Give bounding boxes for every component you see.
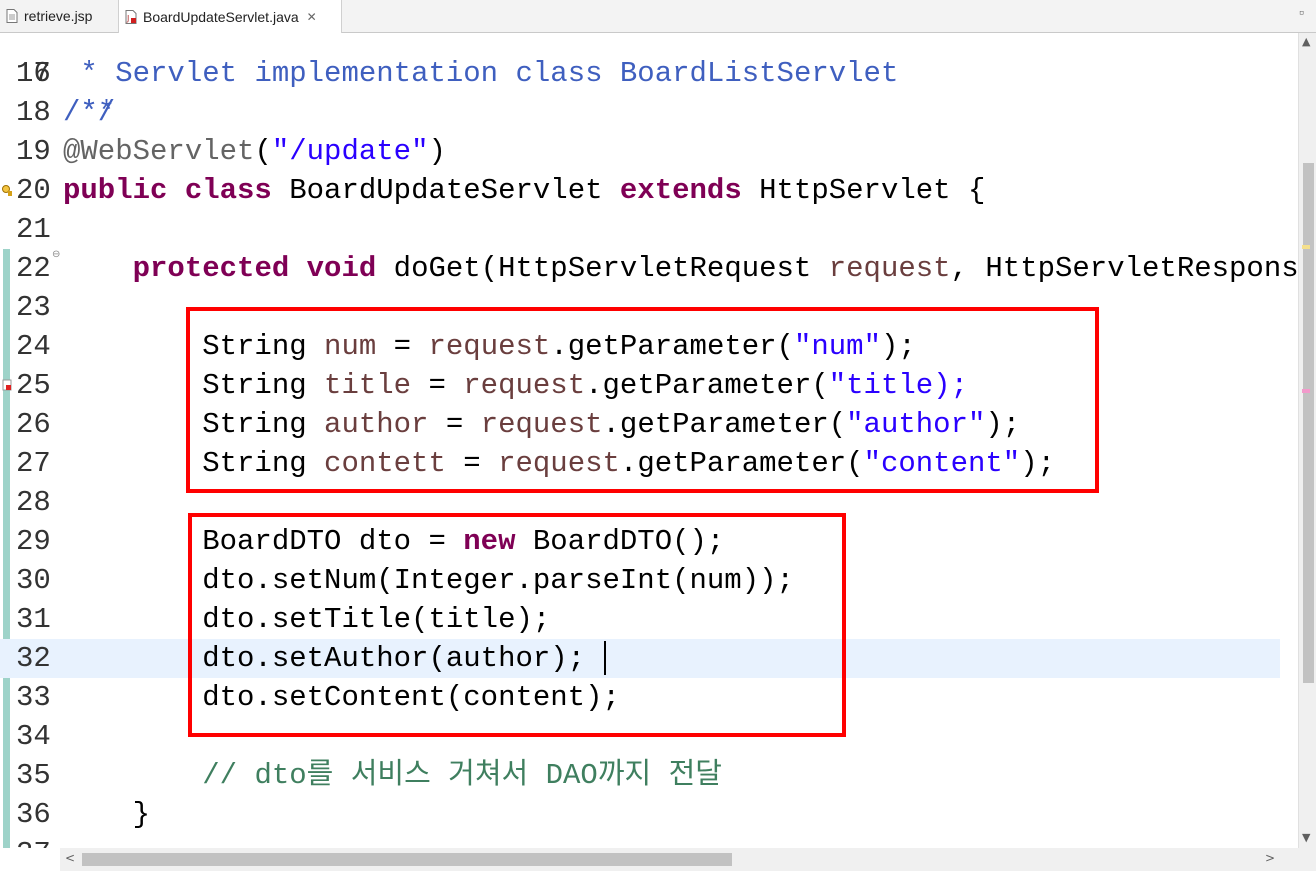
code-token: protected void bbox=[132, 252, 394, 285]
line-number: 27 bbox=[16, 447, 51, 480]
code-text: protected void doGet(HttpServletRequest … bbox=[63, 249, 1298, 288]
scroll-corner bbox=[1298, 848, 1316, 871]
code-token: ( bbox=[254, 135, 272, 168]
tab-retrieve-jsp[interactable]: retrieve.jsp bbox=[0, 0, 118, 32]
arrow-down-icon[interactable]: ▼ bbox=[1302, 831, 1310, 844]
code-token: Servlet bbox=[115, 57, 238, 90]
code-text: * Servlet implementation class BoardList… bbox=[63, 54, 898, 93]
horizontal-scrollbar[interactable]: < > bbox=[60, 848, 1298, 871]
code-token: , HttpServletResponse response) bbox=[950, 252, 1298, 285]
code-line: 18 */ bbox=[0, 93, 1280, 132]
arrow-left-icon[interactable]: < bbox=[65, 851, 75, 865]
code-token: HttpServlet { bbox=[759, 174, 986, 207]
line-number: 28 bbox=[16, 486, 51, 519]
arrow-right-icon[interactable]: > bbox=[1265, 851, 1275, 865]
code-line: 17 * Servlet implementation class BoardL… bbox=[0, 54, 1280, 93]
line-number: 18 bbox=[16, 96, 51, 129]
tab-label: retrieve.jsp bbox=[24, 8, 93, 24]
code-token: @WebServlet bbox=[63, 135, 255, 168]
line-number: 35 bbox=[16, 759, 51, 792]
line-number: 26 bbox=[16, 408, 51, 441]
minimize-icon[interactable]: ▫ bbox=[1299, 4, 1304, 20]
code-token: dto를 서비스 거쳐서 DAO까지 전달 bbox=[254, 759, 722, 792]
editor-left-strip bbox=[0, 848, 60, 871]
line-number: 17 bbox=[16, 57, 51, 90]
scroll-thumb[interactable] bbox=[1303, 163, 1314, 683]
code-token: public class bbox=[63, 174, 290, 207]
code-line: 16 /** bbox=[0, 33, 1280, 129]
line-number: 25 bbox=[16, 369, 51, 402]
line-number: 37 bbox=[16, 834, 60, 848]
code-editor[interactable]: 16 /** 17 * Servlet implementation class… bbox=[0, 33, 1298, 848]
code-token: extends bbox=[619, 174, 760, 207]
line-number: 32 bbox=[16, 642, 51, 675]
file-icon bbox=[6, 9, 18, 23]
code-text: // dto를 서비스 거쳐서 DAO까지 전달 bbox=[63, 756, 722, 795]
line-number: 34 bbox=[16, 720, 51, 753]
arrow-up-icon[interactable]: ▲ bbox=[1302, 35, 1310, 48]
code-token: } bbox=[63, 798, 151, 831]
code-text: } bbox=[63, 795, 150, 834]
line-number: 20 bbox=[16, 174, 51, 207]
editor-tab-bar: retrieve.jsp J BoardUpdateServlet.java ✕… bbox=[0, 0, 1316, 33]
code-token: * bbox=[63, 57, 116, 90]
code-line: 37 bbox=[0, 834, 1280, 848]
error-marker[interactable] bbox=[1302, 389, 1310, 393]
code-token: */ bbox=[63, 96, 116, 129]
line-number: 19 bbox=[16, 135, 51, 168]
line-number: 30 bbox=[16, 564, 51, 597]
close-icon[interactable]: ✕ bbox=[307, 10, 317, 24]
code-line: 21 bbox=[0, 210, 1280, 249]
line-number: 36 bbox=[16, 798, 51, 831]
code-token: BoardUpdateServlet bbox=[289, 174, 620, 207]
code-text: */ bbox=[63, 93, 115, 132]
warning-marker[interactable] bbox=[1302, 245, 1310, 249]
code-text: @WebServlet("/update") bbox=[63, 132, 446, 171]
scroll-thumb[interactable] bbox=[82, 853, 732, 866]
collapse-icon[interactable]: ⊖ bbox=[52, 249, 60, 263]
code-token: ) bbox=[428, 135, 446, 168]
line-number: 29 bbox=[16, 525, 51, 558]
highlight-box-dto-setters bbox=[188, 513, 846, 737]
code-line: 22 protected void doGet(HttpServletReque… bbox=[0, 249, 1298, 288]
code-line: 36 } bbox=[0, 795, 1280, 834]
code-token: doGet(HttpServletRequest bbox=[393, 252, 829, 285]
java-file-icon: J bbox=[125, 9, 137, 24]
line-number: 21 bbox=[16, 213, 51, 246]
code-text: public class BoardUpdateServlet extends … bbox=[63, 171, 985, 210]
line-number: 24 bbox=[16, 330, 51, 363]
code-token: implementation class BoardListServlet bbox=[237, 57, 899, 90]
code-line: 35 // dto를 서비스 거쳐서 DAO까지 전달 bbox=[0, 756, 1280, 795]
tab-label: BoardUpdateServlet.java bbox=[143, 8, 299, 25]
code-line: 19 @WebServlet("/update") bbox=[0, 132, 1280, 171]
vertical-scrollbar[interactable]: ▲ ▼ bbox=[1298, 33, 1316, 848]
code-token: // bbox=[63, 759, 255, 792]
svg-text:J: J bbox=[126, 14, 129, 23]
code-token: request bbox=[828, 252, 951, 285]
code-line: 20 public class BoardUpdateServlet extend… bbox=[0, 171, 1280, 210]
code-token: "/update" bbox=[271, 135, 429, 168]
line-number: 31 bbox=[16, 603, 51, 636]
highlight-box-get-parameters bbox=[186, 307, 1099, 493]
line-number: 33 bbox=[16, 681, 51, 714]
tab-board-update-servlet[interactable]: J BoardUpdateServlet.java ✕ bbox=[118, 0, 342, 33]
line-number: 23 bbox=[16, 291, 51, 324]
